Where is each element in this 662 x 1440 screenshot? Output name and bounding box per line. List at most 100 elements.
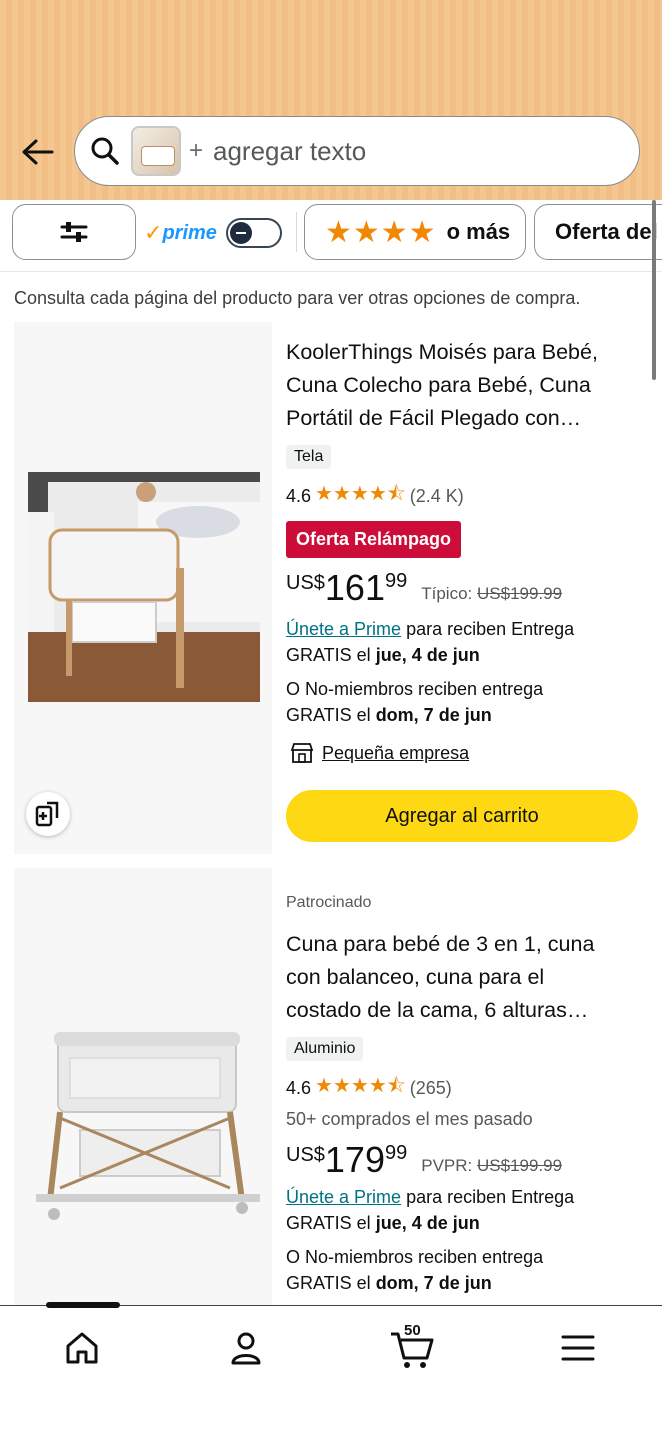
prime-label: prime: [162, 221, 217, 244]
account-icon: [231, 1332, 261, 1365]
star-rating-icon: ★★★★: [325, 215, 437, 249]
product-image-area[interactable]: [14, 322, 272, 854]
nonmember-delivery-date: dom, 7 de jun: [375, 1273, 492, 1293]
price-row: US$ 179 99 PVPR: US$199.99: [286, 1140, 646, 1180]
cart-count: 50: [404, 1322, 421, 1339]
prime-delivery: Únete a Prime para reciben Entrega GRATI…: [286, 1184, 646, 1236]
nav-cart[interactable]: 50: [388, 1322, 436, 1372]
price-whole: 161: [324, 567, 385, 608]
list-price-value: US$199.99: [477, 1156, 563, 1175]
nav-menu[interactable]: [554, 1324, 602, 1372]
rating-filter-chip[interactable]: ★★★★ o más: [304, 204, 526, 260]
toggle-knob: [230, 222, 252, 244]
search-header: + agregar texto: [0, 0, 662, 200]
sliders-icon: [60, 222, 88, 242]
prime-delivery-date: jue, 4 de jun: [375, 1213, 480, 1233]
material-badge: Tela: [286, 445, 332, 469]
add-text-plus[interactable]: +: [189, 137, 203, 165]
sponsored-label[interactable]: Patrocinado: [286, 894, 646, 912]
title-line[interactable]: con balanceo, cuna para el: [286, 961, 646, 994]
price-whole: 179: [324, 1139, 385, 1180]
title-line[interactable]: KoolerThings Moisés para Bebé,: [286, 336, 646, 369]
nonmember-text: O No-miembros reciben entrega: [286, 1247, 544, 1267]
product-image[interactable]: [30, 1018, 262, 1238]
list-price-label: PVPR:: [421, 1156, 473, 1175]
search-image-thumbnail[interactable]: [131, 126, 181, 176]
scrollbar[interactable]: [652, 200, 656, 380]
add-to-cart-button[interactable]: Agregar al carrito: [286, 790, 638, 842]
small-business-link[interactable]: Pequeña empresa: [290, 742, 646, 764]
nav-account[interactable]: [222, 1324, 270, 1372]
deal-badge: Oferta Relámpago: [286, 521, 462, 558]
prime-delivery-date: jue, 4 de jun: [375, 645, 480, 665]
title-line[interactable]: Cuna Colecho para Bebé, Cuna: [286, 369, 646, 402]
nonmember-delivery: O No-miembros reciben entrega GRATIS el …: [286, 676, 646, 728]
price-currency: US$: [286, 572, 325, 594]
home-icon: [66, 1332, 98, 1364]
compare-icon: [35, 801, 59, 827]
join-prime-link[interactable]: Únete a Prime: [286, 619, 401, 639]
prime-delivery-text: para reciben Entrega: [401, 1187, 575, 1207]
review-count: (2.4 K): [409, 485, 464, 506]
small-business-label[interactable]: Pequeña empresa: [322, 743, 469, 764]
nav-home[interactable]: [58, 1324, 106, 1372]
offer-filter-label: Oferta del: [555, 219, 658, 244]
product-card[interactable]: Patrocinado Cuna para bebé de 3 en 1, cu…: [14, 868, 648, 1308]
filter-bar: ✓ prime ★★★★ o más Oferta del: [0, 200, 662, 272]
review-count: (265): [409, 1077, 452, 1098]
title-line[interactable]: Cuna para bebé de 3 en 1, cuna: [286, 928, 646, 961]
rating-value: 4.6: [286, 1077, 312, 1098]
free-label: GRATIS el: [286, 645, 376, 665]
rating-stars-icon: ★★★★⯪: [315, 483, 406, 505]
price-currency: US$: [286, 1144, 325, 1166]
bottom-navigation: 50: [0, 1302, 662, 1440]
product-details: KoolerThings Moisés para Bebé, Cuna Cole…: [286, 322, 646, 842]
prime-filter[interactable]: ✓ prime: [144, 218, 217, 248]
typical-label: Típico:: [421, 584, 473, 603]
prime-toggle[interactable]: [226, 218, 282, 248]
title-line[interactable]: costado de la cama, 6 alturas…: [286, 994, 646, 1027]
nonmember-delivery: O No-miembros reciben entrega GRATIS el …: [286, 1244, 646, 1296]
price-row: US$ 161 99 Típico: US$199.99: [286, 568, 646, 608]
free-label: GRATIS el: [286, 1213, 376, 1233]
nonmember-delivery-date: dom, 7 de jun: [375, 705, 492, 725]
prime-delivery: Únete a Prime para reciben Entrega GRATI…: [286, 616, 646, 668]
back-arrow-icon: [22, 139, 54, 165]
filter-divider: [296, 212, 297, 252]
price-fraction: 99: [384, 1142, 408, 1164]
join-prime-link[interactable]: Únete a Prime: [286, 1187, 401, 1207]
menu-icon: [561, 1335, 595, 1361]
product-title[interactable]: KoolerThings Moisés para Bebé, Cuna Cole…: [286, 336, 646, 435]
bought-last-month: 50+ comprados el mes pasado: [286, 1109, 533, 1129]
purchase-options-notice: Consulta cada página del producto para v…: [14, 288, 581, 308]
free-label: GRATIS el: [286, 705, 376, 725]
prime-check-icon: ✓: [144, 220, 163, 245]
filter-settings-button[interactable]: [12, 204, 136, 260]
price-fraction: 99: [384, 570, 408, 592]
search-icon[interactable]: [89, 135, 121, 167]
product-image[interactable]: [28, 472, 260, 702]
typical-price: Típico: US$199.99: [421, 584, 562, 604]
product-card[interactable]: KoolerThings Moisés para Bebé, Cuna Cole…: [14, 322, 648, 854]
nonmember-text: O No-miembros reciben entrega: [286, 679, 544, 699]
back-button[interactable]: [18, 132, 58, 172]
rating-stars-icon: ★★★★⯪: [315, 1075, 406, 1097]
product-title[interactable]: Cuna para bebé de 3 en 1, cuna con balan…: [286, 928, 646, 1027]
rating-filter-label: o más: [446, 219, 511, 244]
title-line[interactable]: Portátil de Fácil Plegado con…: [286, 402, 646, 435]
active-tab-indicator: [46, 1302, 120, 1308]
list-price: PVPR: US$199.99: [421, 1156, 562, 1176]
rating-value: 4.6: [286, 485, 312, 506]
offer-filter-chip[interactable]: Oferta del: [534, 204, 662, 260]
product-details: Patrocinado Cuna para bebé de 3 en 1, cu…: [286, 868, 646, 1296]
storefront-icon: [290, 743, 314, 763]
search-input[interactable]: agregar texto: [213, 136, 366, 167]
prime-delivery-text: para reciben Entrega: [401, 619, 575, 639]
compare-button[interactable]: [26, 792, 70, 836]
search-bar[interactable]: + agregar texto: [74, 116, 640, 186]
typical-price-value: US$199.99: [477, 584, 563, 603]
rating-row[interactable]: 4.6 ★★★★⯪ (2.4 K): [286, 479, 646, 513]
free-label: GRATIS el: [286, 1273, 376, 1293]
product-image-area[interactable]: [14, 868, 272, 1308]
rating-row[interactable]: 4.6 ★★★★⯪ (265): [286, 1071, 646, 1105]
